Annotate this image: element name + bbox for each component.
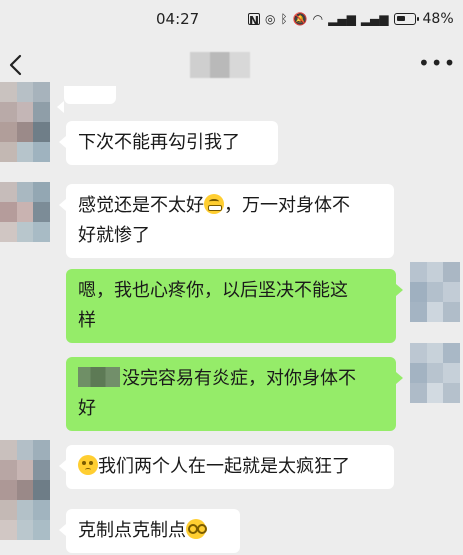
message-bubble[interactable]: 感觉还是不太好 ，万一对身体不 好就惨了 (59, 184, 394, 258)
message-bubble-partial[interactable] (57, 86, 116, 113)
do-not-disturb-icon: ◎ (265, 12, 276, 26)
nfc-icon: N (248, 13, 260, 28)
avatar[interactable] (0, 82, 50, 162)
message-bubble[interactable]: 下次不能再勾引我了 (59, 121, 278, 165)
message-text: 没完容易有炎症，对你身体不 (122, 368, 356, 389)
bluetooth-icon: ᛒ (280, 12, 288, 26)
message-bubble[interactable]: 克制点克制点 (59, 509, 240, 553)
grimacing-face-emoji-icon (204, 194, 224, 214)
status-icons: N ◎ ᛒ 🔕 ◠ ▂▄▆ ▂▄▆ 48% (248, 11, 454, 28)
avatar[interactable] (0, 182, 50, 242)
back-button[interactable] (4, 50, 30, 80)
mute-icon: 🔕 (292, 12, 308, 26)
my-avatar[interactable] (410, 343, 460, 403)
signal-4g-icon: ▂▄▆ (360, 12, 389, 26)
more-dots-icon: ••• (418, 51, 457, 75)
chevron-left-icon (9, 54, 22, 76)
more-button[interactable]: ••• (418, 53, 455, 76)
message-text: ，万一对身体不 (224, 195, 350, 216)
battery-icon (393, 13, 419, 25)
avatar[interactable] (0, 440, 50, 540)
message-text: 感觉还是不太好 (78, 195, 204, 216)
message-text: 克制点克制点 (78, 520, 186, 541)
battery-percent: 48% (422, 11, 454, 27)
message-bubble[interactable]: 没完容易有炎症，对你身体不 好 (66, 357, 403, 431)
pleading-face-emoji-icon (78, 455, 98, 475)
message-text: 样 (78, 310, 96, 331)
message-text: 我们两个人在一起就是太疯狂了 (98, 456, 350, 477)
message-text: 下次不能再勾引我了 (78, 132, 240, 153)
message-text: 嗯，我也心疼你，以后坚决不能这 (78, 280, 348, 301)
wifi-icon: ◠ (312, 12, 324, 26)
status-bar: 04:27 N ◎ ᛒ 🔕 ◠ ▂▄▆ ▂▄▆ 48% (0, 0, 463, 40)
blurred-name (78, 367, 120, 387)
message-bubble[interactable]: 我们两个人在一起就是太疯狂了 (59, 445, 394, 489)
message-text: 好就惨了 (78, 225, 150, 246)
message-text: 好 (78, 398, 96, 419)
message-bubble[interactable]: 嗯，我也心疼你，以后坚决不能这 样 (66, 269, 403, 343)
chat-title-blurred (190, 52, 250, 78)
dizzy-face-emoji-icon (186, 519, 207, 539)
chat-header: ••• (0, 40, 463, 90)
signal-5g-icon: ▂▄▆ (328, 12, 356, 26)
status-time: 04:27 (156, 10, 200, 28)
my-avatar[interactable] (410, 262, 460, 322)
